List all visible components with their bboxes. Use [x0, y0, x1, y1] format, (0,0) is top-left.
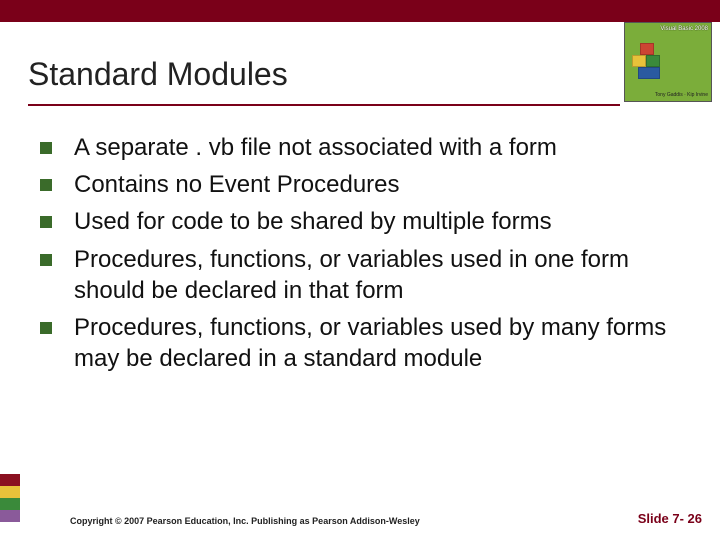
lego-blocks-icon [632, 43, 672, 81]
list-item: Procedures, functions, or variables used… [40, 312, 680, 374]
square-bullet-icon [40, 216, 52, 228]
slide-number: Slide 7- 26 [638, 511, 702, 526]
list-item: A separate . vb file not associated with… [40, 132, 680, 163]
copyright-text: Copyright © 2007 Pearson Education, Inc.… [70, 516, 420, 526]
square-bullet-icon [40, 322, 52, 334]
list-item: Procedures, functions, or variables used… [40, 244, 680, 306]
product-name: Visual Basic 2008 [660, 26, 708, 33]
square-bullet-icon [40, 142, 52, 154]
bullet-text: Contains no Event Procedures [74, 169, 400, 200]
square-bullet-icon [40, 254, 52, 266]
header-bar [0, 0, 720, 22]
bullet-list: A separate . vb file not associated with… [40, 132, 680, 380]
textbook-cover-thumbnail: Visual Basic 2008 Tony Gaddis · Kip Irvi… [624, 22, 712, 102]
list-item: Contains no Event Procedures [40, 169, 680, 200]
bullet-text: Procedures, functions, or variables used… [74, 312, 680, 374]
square-bullet-icon [40, 179, 52, 191]
list-item: Used for code to be shared by multiple f… [40, 206, 680, 237]
color-stripes-icon [0, 474, 20, 522]
bullet-text: A separate . vb file not associated with… [74, 132, 557, 163]
slide-title: Standard Modules [28, 56, 288, 93]
title-underline [28, 104, 620, 106]
bullet-text: Procedures, functions, or variables used… [74, 244, 680, 306]
author-names: Tony Gaddis · Kip Irvine [628, 92, 708, 98]
slide: Visual Basic 2008 Tony Gaddis · Kip Irvi… [0, 0, 720, 540]
bullet-text: Used for code to be shared by multiple f… [74, 206, 552, 237]
